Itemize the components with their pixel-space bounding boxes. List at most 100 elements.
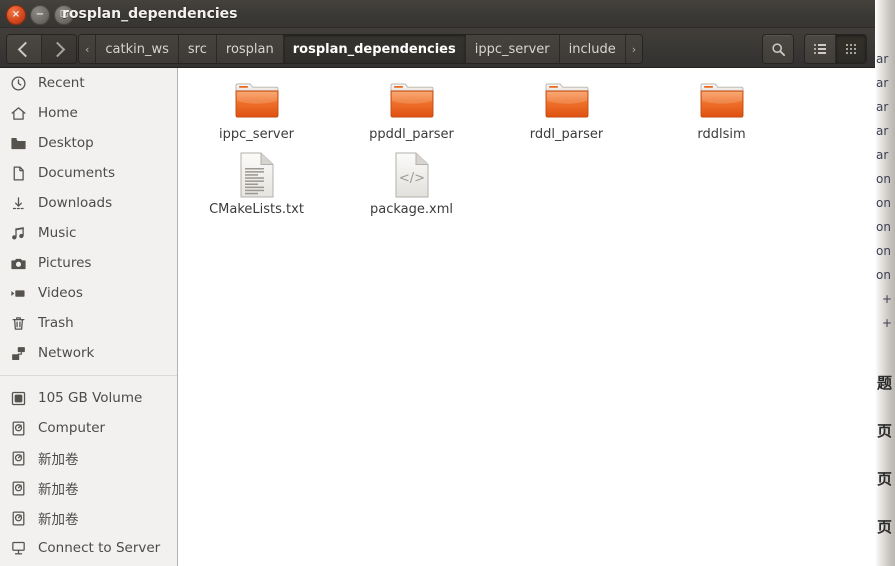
item-label: package.xml — [370, 202, 453, 217]
server-icon — [10, 540, 27, 557]
folder-icon — [544, 76, 590, 124]
sidebar-separator — [0, 375, 177, 376]
minimize-icon: − — [35, 8, 45, 20]
sidebar-item-label: 新加卷 — [38, 482, 79, 498]
sidebar-item[interactable]: Documents — [0, 158, 177, 188]
background-text: on — [876, 244, 891, 258]
item-label: ppddl_parser — [369, 127, 454, 142]
sidebar-item[interactable]: Downloads — [0, 188, 177, 218]
folder-icon — [699, 76, 745, 124]
folder-icon — [10, 135, 27, 152]
background-window: arararararononononon++ 题页页页题 — [875, 0, 895, 566]
sidebar-item[interactable]: 新加卷 — [0, 473, 177, 503]
folder-item[interactable]: ppddl_parser — [334, 76, 489, 151]
folder-item[interactable]: rddlsim — [644, 76, 799, 151]
folder-item[interactable]: ippc_server — [179, 76, 334, 151]
chevron-left-icon — [17, 41, 34, 57]
sidebar-item-label: Computer — [38, 420, 106, 436]
sidebar-item[interactable]: Computer — [0, 413, 177, 443]
sidebar-item[interactable]: Recent — [0, 68, 177, 98]
list-view-button[interactable] — [805, 35, 835, 63]
sidebar-item-label: 新加卷 — [38, 512, 79, 528]
disk-icon — [10, 450, 27, 467]
navigation-buttons — [6, 34, 77, 64]
chevron-right-icon — [49, 41, 66, 57]
file-list-area[interactable]: ippc_server ppddl_parser rddl_parser rddlsi… — [179, 68, 875, 566]
item-label: CMakeLists.txt — [209, 202, 304, 217]
breadcrumb-overflow-button[interactable]: ‹ — [79, 35, 97, 63]
window-title: rosplan_dependencies — [62, 6, 238, 22]
close-button[interactable]: × — [6, 5, 26, 25]
sidebar-item-label: 新加卷 — [38, 452, 79, 468]
file-item[interactable]: CMakeLists.txt — [179, 151, 334, 226]
background-text: + — [882, 292, 893, 306]
sidebar-item-label: Downloads — [38, 195, 113, 211]
background-text: on — [876, 268, 891, 282]
breadcrumb-item[interactable]: include — [559, 35, 626, 63]
text-file-icon — [237, 151, 277, 199]
minimize-button[interactable]: − — [30, 5, 50, 25]
breadcrumb-item[interactable]: catkin_ws — [96, 35, 179, 63]
breadcrumb-item[interactable]: ippc_server — [465, 35, 560, 63]
download-icon — [10, 195, 27, 212]
breadcrumb-item[interactable]: rosplan_dependencies — [283, 35, 466, 63]
sidebar-item[interactable]: Connect to Server — [0, 533, 177, 563]
breadcrumb-item[interactable]: src — [178, 35, 217, 63]
sidebar-item[interactable]: Music — [0, 218, 177, 248]
item-label: ippc_server — [219, 127, 294, 142]
sidebar-item[interactable]: Trash — [0, 308, 177, 338]
svg-text:</>: </> — [398, 171, 424, 186]
background-text: on — [876, 220, 891, 234]
sidebar-item[interactable]: Network — [0, 338, 177, 368]
list-view-icon — [814, 44, 826, 54]
background-cjk-text: 题 — [877, 374, 893, 392]
sidebar-item[interactable]: Desktop — [0, 128, 177, 158]
file-item[interactable]: </> package.xml — [334, 151, 489, 226]
code-file-icon: </> — [392, 151, 432, 199]
background-cjk-text: 页 — [877, 422, 893, 440]
breadcrumb-overflow-button[interactable]: › — [625, 35, 643, 63]
close-icon: × — [11, 8, 21, 20]
disk-icon — [10, 480, 27, 497]
sidebar-item[interactable]: Videos — [0, 278, 177, 308]
item-label: rddl_parser — [529, 127, 604, 142]
background-text: + — [882, 316, 893, 330]
folder-icon — [234, 76, 280, 124]
sidebar-item-label: Home — [38, 105, 78, 121]
folder-icon — [389, 76, 435, 124]
video-icon — [10, 285, 27, 302]
search-button[interactable] — [762, 34, 794, 64]
forward-button[interactable] — [41, 35, 76, 63]
disk-icon — [10, 420, 27, 437]
view-toggle-group — [804, 34, 867, 64]
sidebar-item-label: Videos — [38, 285, 83, 301]
background-text: on — [876, 196, 891, 210]
clock-icon — [10, 75, 27, 92]
toolbar: ‹ catkin_ws src rosplan rosplan_dependencies… — [0, 28, 875, 68]
back-button[interactable] — [7, 35, 41, 63]
sidebar-item[interactable]: 新加卷 — [0, 443, 177, 473]
sidebar-item[interactable]: 新加卷 — [0, 503, 177, 533]
grid-view-button[interactable] — [835, 35, 866, 63]
network-icon — [10, 345, 27, 362]
disk-icon — [10, 510, 27, 527]
background-text: ar — [876, 148, 889, 162]
sidebar-item[interactable]: Pictures — [0, 248, 177, 278]
sidebar-item-label: Connect to Server — [38, 540, 161, 556]
folder-item[interactable]: rddl_parser — [489, 76, 644, 151]
sidebar-item[interactable]: Home — [0, 98, 177, 128]
sidebar-item-label: Desktop — [38, 135, 94, 151]
drive-icon — [10, 390, 27, 407]
background-cjk-text: 页 — [877, 470, 893, 488]
background-text: ar — [876, 52, 889, 66]
document-icon — [10, 165, 27, 182]
background-text: ar — [876, 100, 889, 114]
sidebar-item-label: Recent — [38, 75, 85, 91]
sidebar-item-label: Music — [38, 225, 77, 241]
file-manager-window: × − □ rosplan_dependencies ‹ catkin_ws s… — [0, 0, 875, 566]
camera-icon — [10, 255, 27, 272]
breadcrumb-item[interactable]: rosplan — [216, 35, 284, 63]
sidebar-item[interactable]: 105 GB Volume — [0, 383, 177, 413]
music-note-icon — [10, 225, 27, 242]
background-text: on — [876, 172, 891, 186]
